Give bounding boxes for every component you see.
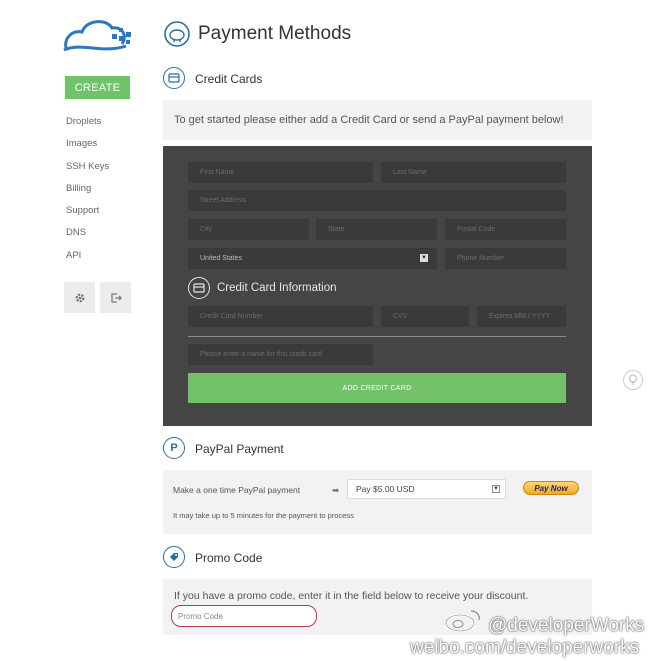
paypal-heading: PayPal Payment: [195, 442, 284, 456]
card-number-input[interactable]: Credit Card Number: [188, 306, 373, 327]
postal-code-input[interactable]: Postal Code: [445, 219, 566, 240]
expiry-input[interactable]: Expires MM / YYYY: [477, 306, 566, 327]
tag-icon: [163, 546, 185, 568]
weibo-logo-icon: [444, 610, 480, 633]
payment-amount-select[interactable]: Pay $5.00 USD ▼: [347, 479, 506, 499]
first-name-input[interactable]: First Name: [188, 162, 373, 183]
page-title: Payment Methods: [198, 23, 352, 44]
last-name-input[interactable]: Last Name: [381, 162, 566, 183]
cvv-input[interactable]: CVV: [381, 306, 469, 327]
phone-number-input[interactable]: Phone Number: [445, 248, 566, 269]
credit-card-info-heading: Credit Card Information: [217, 282, 337, 294]
promo-code-input[interactable]: Promo Code: [171, 605, 317, 627]
street-address-input[interactable]: Street Address: [188, 190, 566, 211]
logout-button[interactable]: [100, 282, 131, 313]
country-select[interactable]: United States ▼: [188, 248, 437, 269]
card-name-input[interactable]: Please enter a name for this credit card: [188, 344, 373, 365]
help-bulb-button[interactable]: [623, 370, 643, 390]
city-input[interactable]: City: [188, 219, 309, 240]
gear-icon: [75, 293, 84, 302]
promo-text: If you have a promo code, enter it in th…: [174, 590, 529, 602]
paypal-note: It may take up to 5 minutes for the paym…: [173, 511, 354, 520]
sidebar-item-droplets[interactable]: Droplets: [66, 112, 109, 134]
add-credit-card-button[interactable]: ADD CREDIT CARD: [188, 373, 566, 403]
chevron-down-icon: ▼: [492, 485, 500, 493]
settings-button[interactable]: [64, 282, 95, 313]
paypal-label: Make a one time PayPal payment: [173, 485, 301, 495]
digitalocean-logo-icon[interactable]: [62, 14, 134, 56]
credit-cards-intro-box: To get started please either add a Credi…: [163, 100, 592, 140]
credit-card-info-icon: [188, 277, 210, 299]
sidebar-item-dns[interactable]: DNS: [66, 223, 109, 245]
paypal-icon: P: [163, 437, 185, 459]
lightbulb-icon: [629, 374, 637, 385]
country-select-value: United States: [200, 255, 243, 262]
watermark-url: weibo.com/developerworks: [410, 637, 640, 658]
payment-amount-value: Pay $5.00 USD: [356, 484, 415, 494]
sidebar-item-api[interactable]: API: [66, 246, 109, 268]
state-input[interactable]: State: [316, 219, 437, 240]
create-button[interactable]: CREATE: [65, 76, 130, 99]
promo-heading: Promo Code: [195, 551, 263, 565]
sidebar-item-billing[interactable]: Billing: [66, 179, 109, 201]
credit-cards-intro-text: To get started please either add a Credi…: [174, 114, 564, 126]
credit-card-icon: [163, 67, 185, 89]
sidebar-nav: Droplets Images SSH Keys Billing Support…: [66, 112, 109, 268]
sidebar-item-support[interactable]: Support: [66, 201, 109, 223]
sidebar-item-images[interactable]: Images: [66, 134, 109, 156]
watermark-handle: @developerWorks: [488, 615, 645, 636]
credit-cards-heading: Credit Cards: [195, 72, 263, 86]
arrow-right-icon: ➡: [332, 485, 340, 495]
piggy-bank-icon: [164, 21, 190, 47]
chevron-down-icon: ▼: [420, 254, 428, 262]
sidebar-item-ssh-keys[interactable]: SSH Keys: [66, 157, 109, 179]
logout-icon: [110, 292, 122, 303]
paypal-pay-now-button[interactable]: Pay Now: [523, 481, 579, 495]
form-divider: [188, 336, 566, 337]
